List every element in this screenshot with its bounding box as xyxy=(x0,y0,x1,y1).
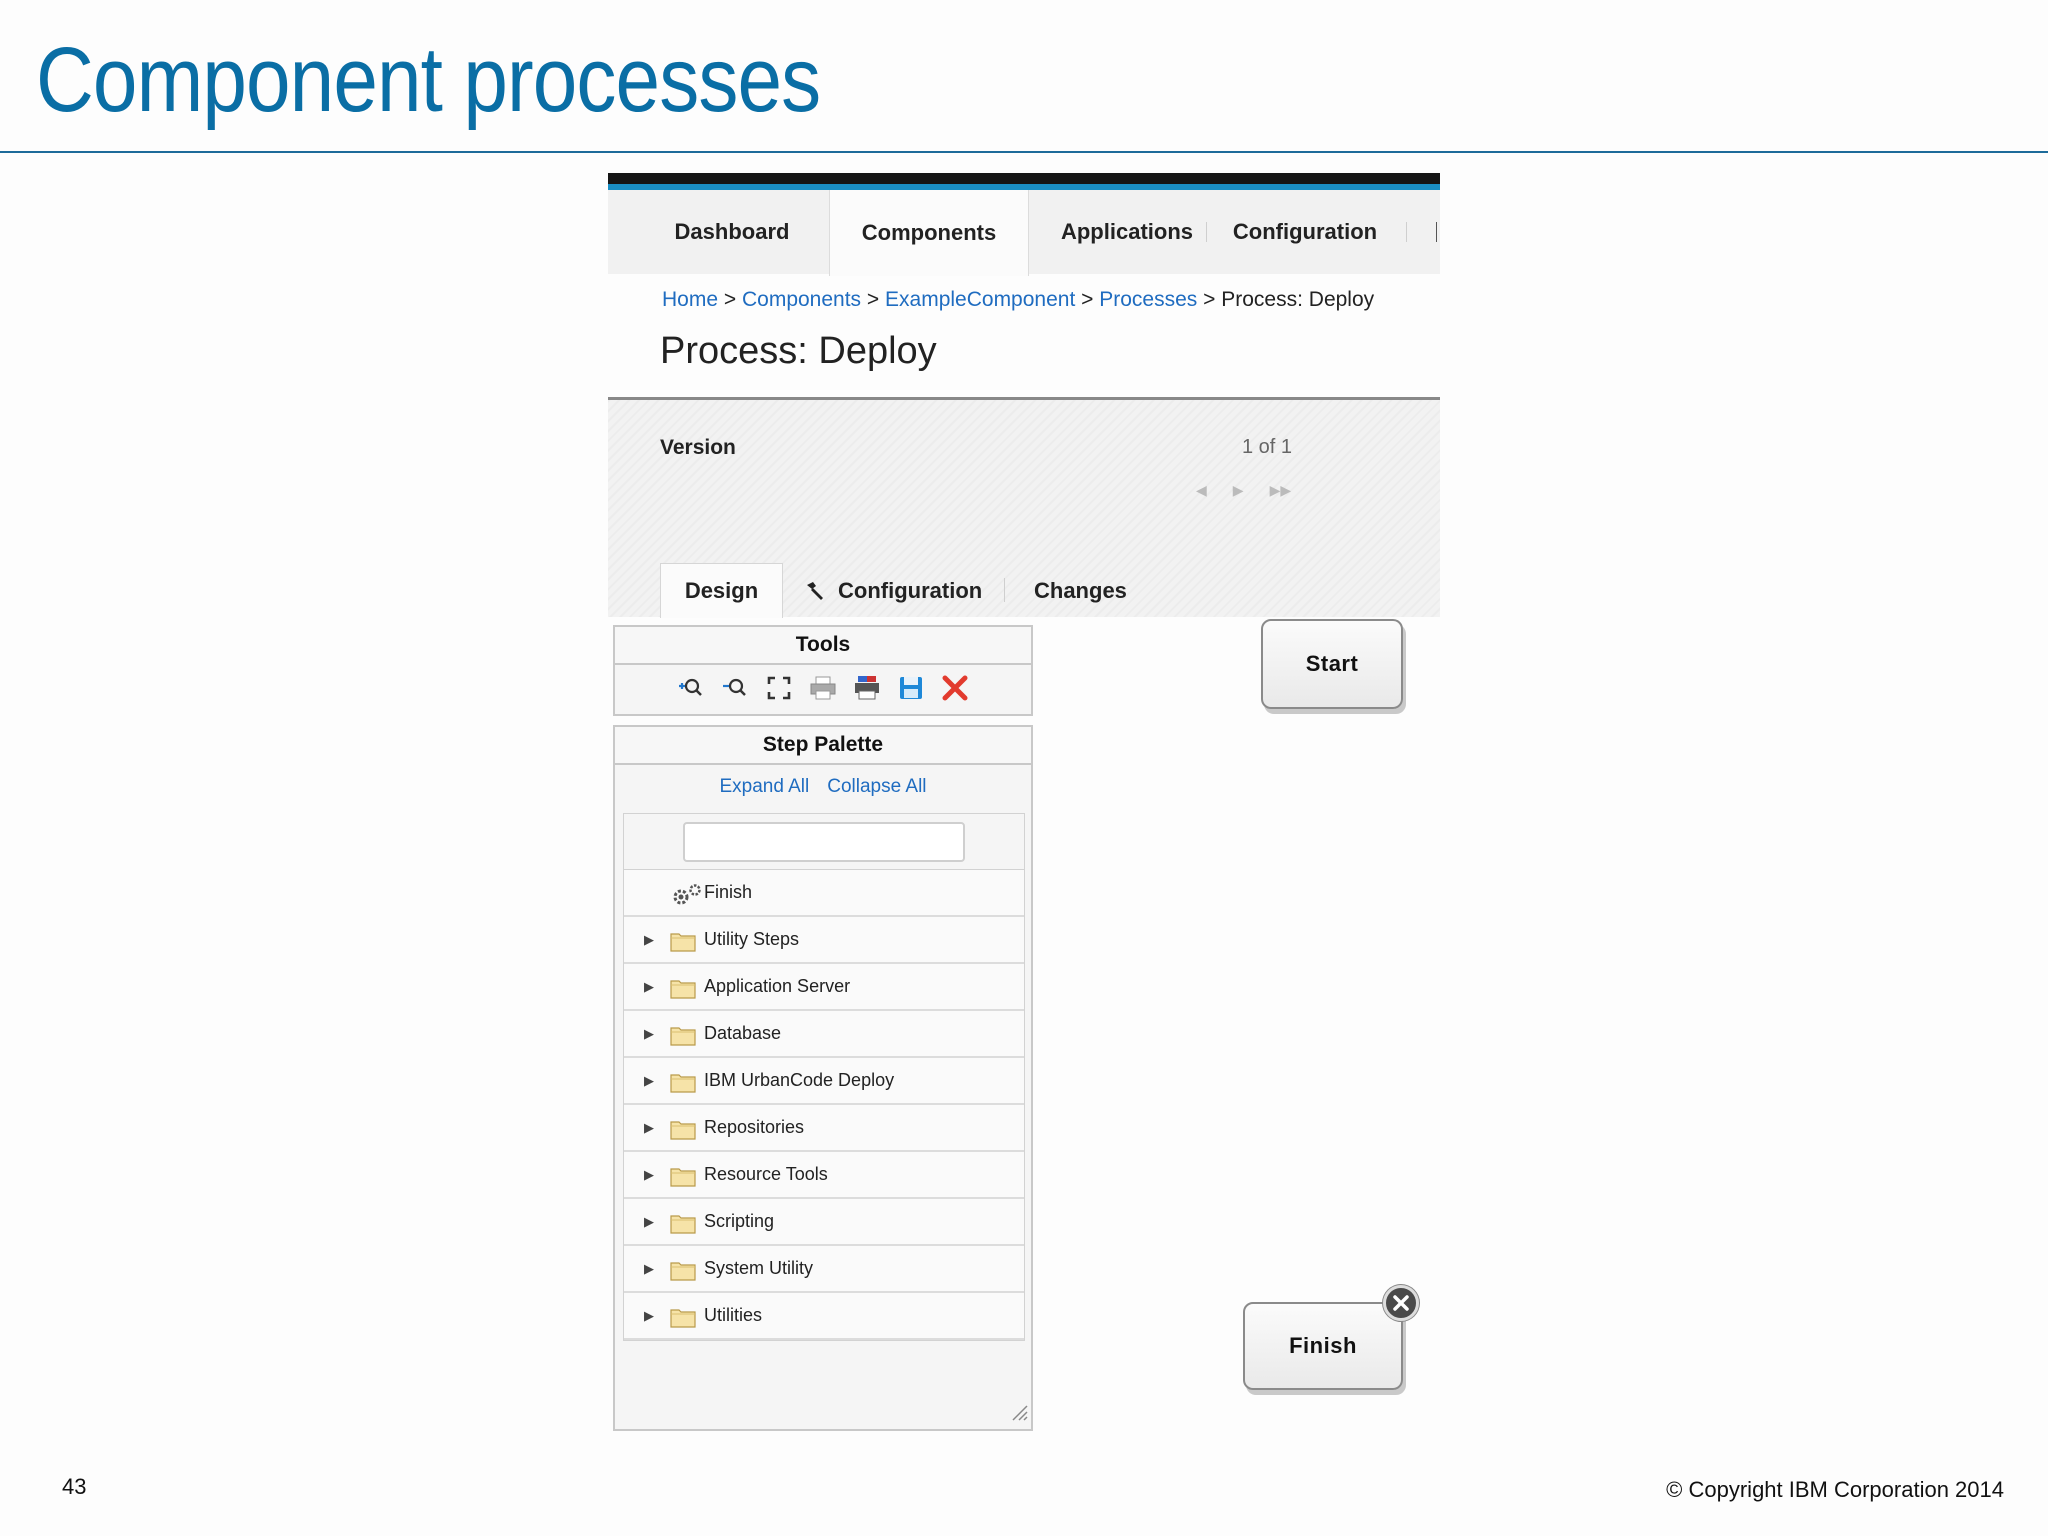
palette-list: Finish ▶ Utility Steps ▶ Application Server… xyxy=(623,813,1025,1341)
step-palette-panel: Step Palette Expand All Collapse All Fin… xyxy=(613,725,1033,1431)
main-nav: Dashboard Components Applications Config… xyxy=(608,190,1440,276)
slide-title: Component processes xyxy=(36,29,821,131)
nav-divider xyxy=(1436,222,1437,242)
subtab-divider xyxy=(1004,578,1005,602)
step-palette-title: Step Palette xyxy=(615,727,1031,765)
breadcrumb-components[interactable]: Components xyxy=(742,288,861,311)
expand-arrow-icon[interactable]: ▶ xyxy=(644,1167,654,1183)
expand-arrow-icon[interactable]: ▶ xyxy=(644,1261,654,1277)
next-icon[interactable]: ▶ xyxy=(1233,482,1244,499)
remove-node-icon[interactable] xyxy=(1383,1285,1419,1321)
delete-icon[interactable] xyxy=(941,674,969,702)
wrench-icon xyxy=(804,580,826,602)
palette-folder-label: System Utility xyxy=(704,1258,814,1278)
palette-item-label: Finish xyxy=(704,882,753,902)
breadcrumb-separator: > xyxy=(1081,288,1094,311)
fit-screen-icon[interactable] xyxy=(765,674,793,702)
finish-node[interactable]: Finish xyxy=(1243,1302,1403,1390)
breadcrumb-separator: > xyxy=(1203,288,1216,311)
palette-folder-label: Resource Tools xyxy=(704,1164,828,1184)
folder-icon xyxy=(670,1212,696,1239)
palette-folder[interactable]: ▶ Utilities xyxy=(624,1293,1024,1340)
subtab-design[interactable]: Design xyxy=(660,563,783,618)
app-header-bar xyxy=(608,173,1440,184)
folder-icon xyxy=(670,1118,696,1145)
folder-icon xyxy=(670,930,696,957)
resize-handle-icon[interactable] xyxy=(1009,1402,1029,1427)
collapse-all-link[interactable]: Collapse All xyxy=(827,776,926,798)
breadcrumb-separator: > xyxy=(866,288,880,311)
breadcrumb-home[interactable]: Home xyxy=(662,288,718,311)
subtab-changes[interactable]: Changes xyxy=(1034,563,1127,618)
breadcrumb-component[interactable]: ExampleComponent xyxy=(885,288,1075,311)
folder-icon xyxy=(670,1165,696,1192)
zoom-in-icon[interactable] xyxy=(677,674,705,702)
tab-configuration[interactable]: Configuration xyxy=(1220,190,1390,274)
nav-divider xyxy=(1406,222,1407,242)
expand-arrow-icon[interactable]: ▶ xyxy=(644,1308,654,1324)
tab-components[interactable]: Components xyxy=(829,190,1029,276)
breadcrumb-processes[interactable]: Processes xyxy=(1099,288,1197,311)
page-title: Process: Deploy xyxy=(660,330,937,372)
palette-search-input[interactable] xyxy=(683,821,965,862)
palette-folder-label: IBM UrbanCode Deploy xyxy=(704,1070,895,1090)
breadcrumb-separator: > xyxy=(723,288,737,311)
print-icon[interactable] xyxy=(809,674,837,702)
version-label: Version xyxy=(660,436,736,459)
slide-number: 43 xyxy=(62,1474,87,1499)
expand-all-link[interactable]: Expand All xyxy=(719,776,809,798)
expand-arrow-icon[interactable]: ▶ xyxy=(644,932,654,948)
palette-folder-label: Database xyxy=(704,1023,782,1043)
tools-panel: Tools xyxy=(613,625,1033,716)
last-icon[interactable]: ▶▶ xyxy=(1270,482,1292,499)
palette-folder-label: Utility Steps xyxy=(704,929,800,949)
breadcrumb: Home > Components > ExampleComponent > P… xyxy=(662,288,1374,312)
expand-arrow-icon[interactable]: ▶ xyxy=(644,979,654,995)
palette-folder[interactable]: ▶ Scripting xyxy=(624,1199,1024,1246)
palette-item-finish[interactable]: Finish xyxy=(624,870,1024,917)
folder-icon xyxy=(670,1259,696,1286)
tab-dashboard[interactable]: Dashboard xyxy=(658,190,806,274)
save-icon[interactable] xyxy=(897,674,925,702)
palette-folder[interactable]: ▶ Resource Tools xyxy=(624,1152,1024,1199)
tab-applications[interactable]: Applications xyxy=(1042,190,1212,274)
print-preview-icon[interactable] xyxy=(853,674,881,702)
expand-arrow-icon[interactable]: ▶ xyxy=(644,1073,654,1089)
nav-divider xyxy=(1206,222,1207,242)
palette-folder[interactable]: ▶ Application Server xyxy=(624,964,1024,1011)
copyright-notice: © Copyright IBM Corporation 2014 xyxy=(1666,1477,2004,1502)
title-divider xyxy=(0,151,2048,153)
palette-links: Expand All Collapse All xyxy=(615,765,1031,809)
expand-arrow-icon[interactable]: ▶ xyxy=(644,1120,654,1136)
zoom-out-icon[interactable] xyxy=(721,674,749,702)
previous-icon[interactable]: ◀ xyxy=(1196,482,1207,499)
palette-folder[interactable]: ▶ Database xyxy=(624,1011,1024,1058)
start-node[interactable]: Start xyxy=(1261,619,1403,709)
palette-folder-label: Application Server xyxy=(704,976,851,996)
palette-folder-label: Utilities xyxy=(704,1305,763,1325)
palette-folder[interactable]: ▶ System Utility xyxy=(624,1246,1024,1293)
folder-icon xyxy=(670,1024,696,1051)
version-pager: ◀ ▶ ▶▶ xyxy=(1196,482,1291,499)
palette-folder-label: Scripting xyxy=(704,1211,775,1231)
tools-toolbar xyxy=(615,665,1031,711)
folder-icon xyxy=(670,1071,696,1098)
palette-folder[interactable]: ▶ Repositories xyxy=(624,1105,1024,1152)
tools-title: Tools xyxy=(615,627,1031,665)
breadcrumb-current: Process: Deploy xyxy=(1221,288,1375,311)
palette-folder[interactable]: ▶ IBM UrbanCode Deploy xyxy=(624,1058,1024,1105)
palette-folder-label: Repositories xyxy=(704,1117,805,1137)
subtab-configuration[interactable]: Configuration xyxy=(804,563,982,618)
expand-arrow-icon[interactable]: ▶ xyxy=(644,1214,654,1230)
palette-folder[interactable]: ▶ Utility Steps xyxy=(624,917,1024,964)
expand-arrow-icon[interactable]: ▶ xyxy=(644,1026,654,1042)
folder-icon xyxy=(670,977,696,1004)
gears-icon xyxy=(670,883,704,912)
palette-search-row xyxy=(624,814,1024,870)
folder-icon xyxy=(670,1306,696,1333)
version-count: 1 of 1 xyxy=(1242,436,1293,458)
subtab-configuration-label: Configuration xyxy=(838,577,983,603)
